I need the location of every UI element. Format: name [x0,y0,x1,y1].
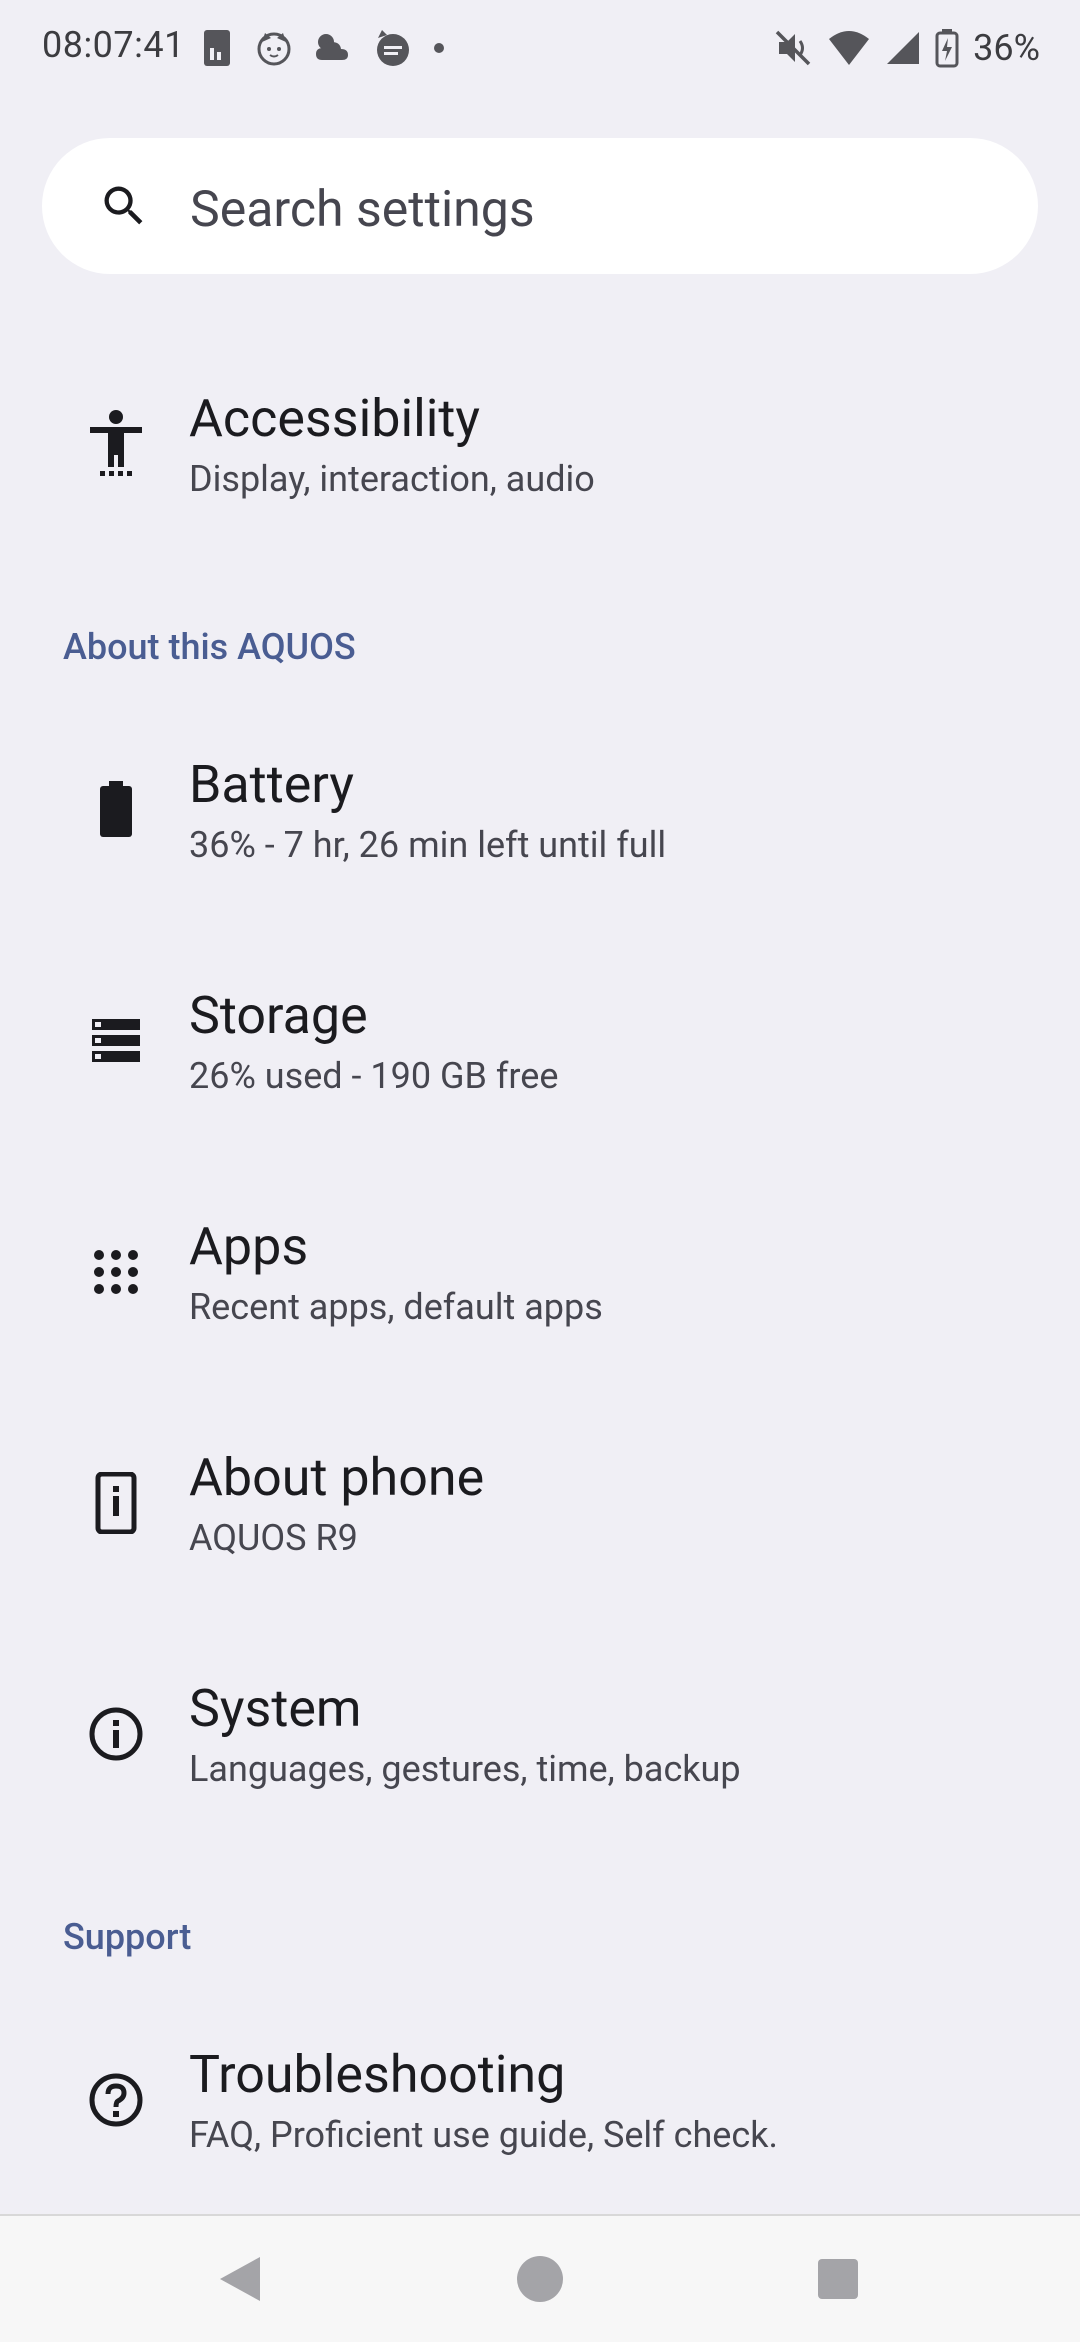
search-settings-bar[interactable]: Search settings [42,138,1038,274]
item-title: System [189,1678,362,1739]
cellular-signal-icon [885,30,921,66]
item-title: Battery [189,754,354,815]
settings-item-troubleshooting[interactable]: Troubleshooting FAQ, Proficient use guid… [0,1986,1080,2216]
settings-item-system[interactable]: System Languages, gestures, time, backup [0,1620,1080,1850]
help-icon [84,2068,148,2132]
apps-grid-icon [84,1240,148,1304]
wifi-icon [827,29,871,67]
vibrate-off-icon [773,28,813,68]
more-notifications-dot-icon [432,41,446,55]
item-subtitle: Recent apps, default apps [189,1286,603,1328]
recents-icon[interactable] [805,2246,871,2312]
item-subtitle: AQUOS R9 [189,1517,358,1559]
storage-icon [84,1009,148,1073]
info-icon [84,1702,148,1766]
status-bar: 08:07:41 36% [0,0,1080,96]
battery-charging-icon [935,28,959,68]
item-subtitle: 26% used - 190 GB free [189,1055,559,1097]
app-notification-icon [372,28,412,68]
settings-item-battery[interactable]: Battery 36% - 7 hr, 26 min left until fu… [0,696,1080,926]
back-icon[interactable] [207,2246,273,2312]
settings-item-storage[interactable]: Storage 26% used - 190 GB free [0,927,1080,1157]
item-subtitle: Languages, gestures, time, backup [189,1748,741,1790]
phone-info-icon [84,1471,148,1535]
navigation-bar [0,2214,1080,2342]
battery-icon [84,777,148,841]
sim-card-icon [200,28,236,68]
section-header-support: Support [63,1916,192,1958]
settings-item-apps[interactable]: Apps Recent apps, default apps [0,1158,1080,1388]
search-placeholder: Search settings [190,181,535,239]
item-title: Troubleshooting [189,2044,566,2105]
item-title: Apps [189,1216,309,1277]
item-title: About phone [189,1447,485,1508]
cat-face-icon [256,30,292,66]
status-time: 08:07:41 [42,24,185,66]
search-icon [98,180,150,236]
home-icon[interactable] [507,2246,573,2312]
weather-icon [312,30,352,66]
system-status-icons: 36% [773,22,1040,74]
settings-item-accessibility[interactable]: Accessibility Display, interaction, audi… [0,330,1080,560]
item-title: Accessibility [189,388,481,449]
accessibility-icon [84,410,148,476]
item-title: Storage [189,985,368,1046]
item-subtitle: 36% - 7 hr, 26 min left until full [189,824,667,866]
settings-item-about-phone[interactable]: About phone AQUOS R9 [0,1389,1080,1619]
item-subtitle: Display, interaction, audio [189,458,595,500]
battery-percent: 36% [973,27,1040,69]
item-subtitle: FAQ, Proficient use guide, Self check. [189,2114,778,2156]
section-header-about: About this AQUOS [63,626,356,668]
notification-icons [200,26,446,70]
